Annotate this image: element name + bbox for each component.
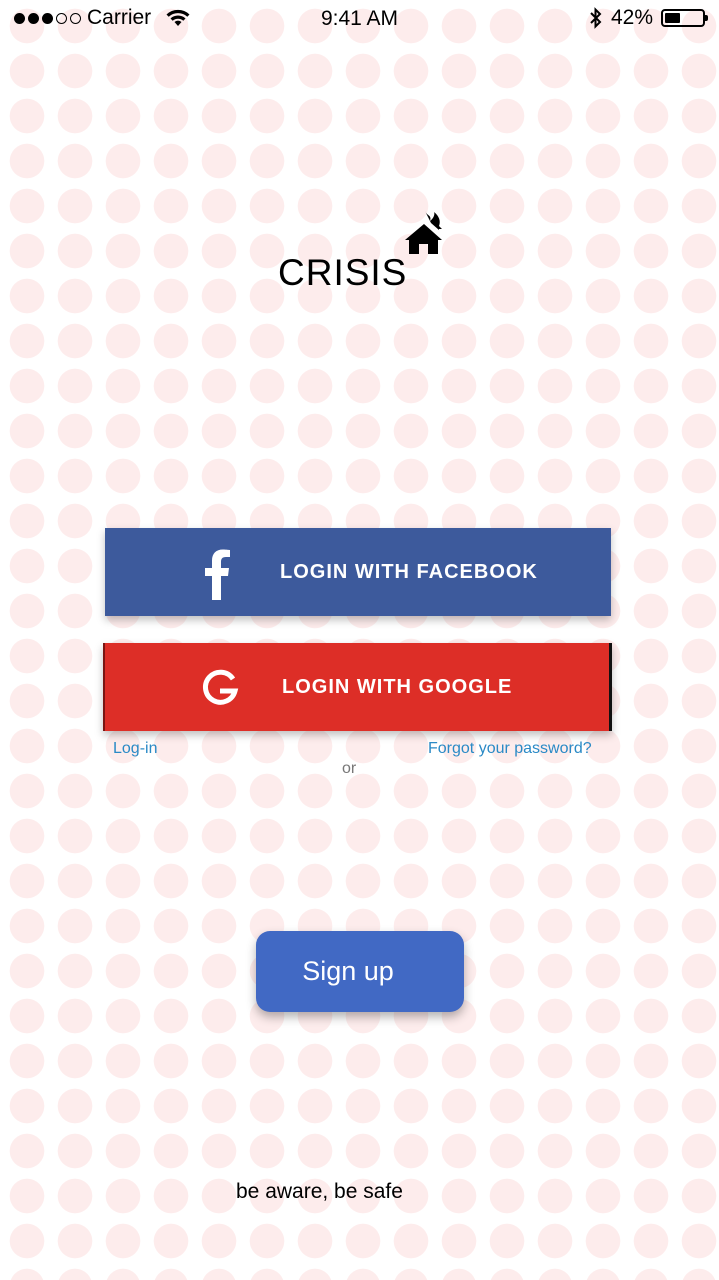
battery-fill: [665, 13, 680, 23]
login-google-button[interactable]: LOGIN WITH GOOGLE: [103, 643, 612, 731]
signup-button-label: Sign up: [302, 956, 394, 986]
google-button-label: LOGIN WITH GOOGLE: [282, 675, 513, 698]
login-link[interactable]: Log-in: [113, 740, 157, 758]
app-logo: CRISIS: [278, 205, 458, 295]
login-facebook-button[interactable]: LOGIN WITH FACEBOOK: [105, 528, 611, 616]
status-right: 42%: [589, 6, 708, 30]
status-bar: Carrier 9:41 AM 42%: [0, 0, 719, 38]
facebook-button-label: LOGIN WITH FACEBOOK: [280, 560, 538, 583]
tagline: be aware, be safe: [236, 1180, 403, 1203]
battery-percent: 42%: [610, 6, 653, 29]
background-pattern: [0, 0, 719, 1280]
google-icon: [202, 669, 239, 705]
or-separator: or: [342, 760, 357, 777]
battery-icon: [661, 9, 708, 27]
forgot-password-link[interactable]: Forgot your password?: [428, 740, 592, 758]
signup-button[interactable]: Sign up: [256, 931, 464, 1012]
app-title: CRISIS: [278, 252, 408, 293]
bluetooth-icon: [590, 7, 602, 29]
facebook-icon: [202, 548, 232, 600]
burning-house-icon: [405, 211, 442, 254]
